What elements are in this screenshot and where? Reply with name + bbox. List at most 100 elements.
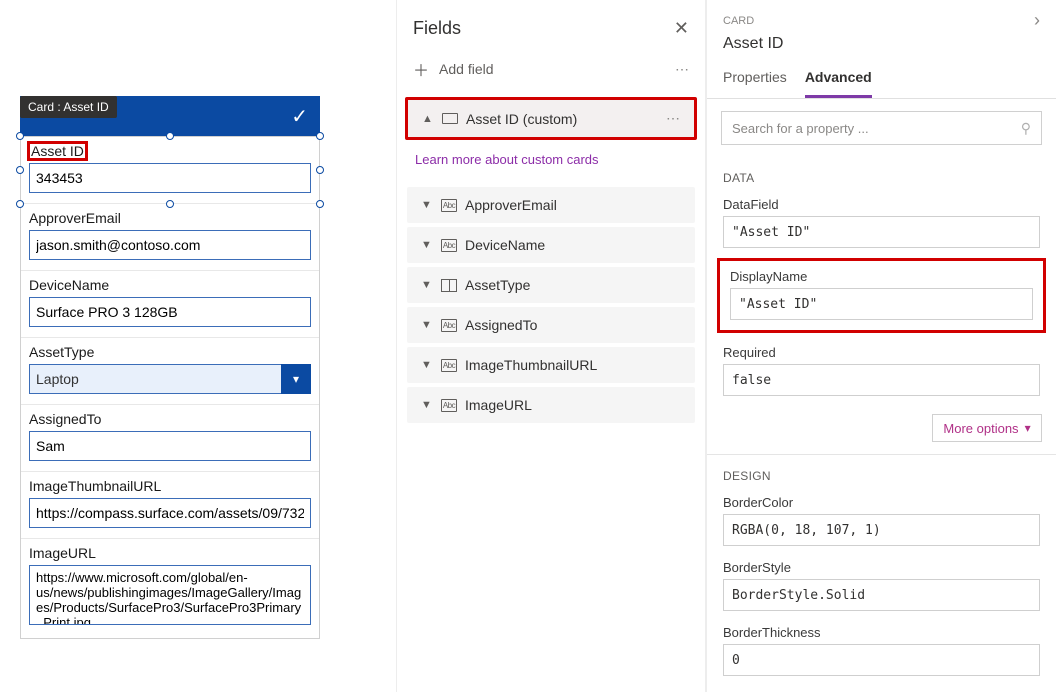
field-card[interactable]: ImageURL <box>21 539 319 638</box>
plus-icon: ＋ <box>413 57 429 81</box>
abc-icon: Abc <box>441 239 457 252</box>
resize-handle[interactable] <box>16 200 24 208</box>
chevron-down-icon: ▾ <box>1025 421 1031 435</box>
field-item[interactable]: ▼ Abc ApproverEmail <box>407 187 695 223</box>
field-label: DeviceName <box>29 277 311 293</box>
field-textarea[interactable] <box>29 565 311 625</box>
tab-properties[interactable]: Properties <box>723 63 787 98</box>
prop-label: BorderColor <box>723 495 1040 510</box>
field-card[interactable]: DeviceName <box>21 271 319 338</box>
resize-handle[interactable] <box>166 200 174 208</box>
prop-input-borderthickness[interactable] <box>723 644 1040 676</box>
check-icon[interactable]: ✓ <box>291 104 308 129</box>
field-label: ApproverEmail <box>29 210 311 226</box>
prop-displayname-highlight: DisplayName <box>717 258 1046 333</box>
prop-label: BorderThickness <box>723 625 1040 640</box>
prop-borderstyle: BorderStyle <box>707 556 1056 621</box>
resize-handle[interactable] <box>316 132 324 140</box>
field-item-asset-id[interactable]: ▲ Asset ID (custom) ⋯ <box>405 97 697 140</box>
abc-icon: Abc <box>441 319 457 332</box>
field-item[interactable]: ▼ AssetType <box>407 267 695 303</box>
abc-icon: Abc <box>441 359 457 372</box>
chevron-down-icon: ▼ <box>421 359 433 371</box>
prop-input-displayname[interactable] <box>730 288 1033 320</box>
prop-label: Required <box>723 345 1040 360</box>
abc-icon: Abc <box>441 199 457 212</box>
prop-datafield: DataField <box>707 193 1056 258</box>
card-tooltip: Card : Asset ID <box>20 96 117 118</box>
chevron-down-icon: ▼ <box>421 399 433 411</box>
search-icon: ⚲ <box>1021 120 1031 137</box>
property-search[interactable]: Search for a property ... ⚲ <box>721 111 1042 145</box>
field-item[interactable]: ▼ Abc AssignedTo <box>407 307 695 343</box>
field-card[interactable]: ApproverEmail <box>21 204 319 271</box>
chevron-down-icon[interactable]: ▾ <box>281 364 311 394</box>
more-options-label: More options <box>943 421 1018 436</box>
field-label: Asset ID <box>29 143 86 159</box>
grid-icon <box>441 279 457 292</box>
resize-handle[interactable] <box>16 132 24 140</box>
field-card[interactable]: AssetType Laptop ▾ <box>21 338 319 405</box>
more-icon[interactable]: ⋯ <box>666 110 680 127</box>
field-item[interactable]: ▼ Abc ImageThumbnailURL <box>407 347 695 383</box>
resize-handle[interactable] <box>166 132 174 140</box>
field-select[interactable]: Laptop ▾ <box>29 364 311 394</box>
fields-panel-title: Fields <box>413 18 461 39</box>
field-label: ImageThumbnailURL <box>29 478 311 494</box>
field-item-label: Asset ID (custom) <box>466 111 577 127</box>
breadcrumb: CARD <box>723 15 754 27</box>
abc-icon: Abc <box>441 399 457 412</box>
field-item-label: DeviceName <box>465 237 545 253</box>
prop-input-borderstyle[interactable] <box>723 579 1040 611</box>
chevron-down-icon: ▼ <box>421 239 433 251</box>
field-label: ImageURL <box>29 545 311 561</box>
prop-input-required[interactable] <box>723 364 1040 396</box>
properties-panel: CARD › Asset ID Properties Advanced Sear… <box>706 0 1056 692</box>
add-field-button[interactable]: ＋ Add field <box>413 57 494 81</box>
field-input[interactable] <box>29 297 311 327</box>
chevron-down-icon: ▼ <box>421 199 433 211</box>
field-label: AssignedTo <box>29 411 311 427</box>
chevron-right-icon[interactable]: › <box>1034 10 1040 31</box>
resize-handle[interactable] <box>16 166 24 174</box>
field-item[interactable]: ▼ Abc ImageURL <box>407 387 695 423</box>
chevron-up-icon: ▲ <box>422 113 434 125</box>
section-design: DESIGN <box>707 455 1056 491</box>
resize-handle[interactable] <box>316 200 324 208</box>
tab-advanced[interactable]: Advanced <box>805 63 872 98</box>
chevron-down-icon: ▼ <box>421 279 433 291</box>
more-options-button[interactable]: More options ▾ <box>932 414 1042 442</box>
canvas: Card : Asset ID ✓ Asset ID ApproverEmail… <box>0 0 393 692</box>
field-label: AssetType <box>29 344 311 360</box>
field-card-asset-id[interactable]: Asset ID <box>21 137 319 204</box>
chevron-down-icon: ▼ <box>421 319 433 331</box>
close-icon[interactable]: ✕ <box>674 18 689 39</box>
prop-required: Required <box>707 341 1056 406</box>
section-data: DATA <box>707 157 1056 193</box>
tabs: Properties Advanced <box>707 63 1056 99</box>
form-body: Asset ID ApproverEmail DeviceName AssetT… <box>20 136 320 639</box>
field-input-asset-id[interactable] <box>29 163 311 193</box>
prop-input-bordercolor[interactable] <box>723 514 1040 546</box>
prop-label: DataField <box>723 197 1040 212</box>
prop-label: DisplayName <box>730 269 1033 284</box>
field-item[interactable]: ▼ Abc DeviceName <box>407 227 695 263</box>
field-item-label: AssignedTo <box>465 317 537 333</box>
field-card[interactable]: AssignedTo <box>21 405 319 472</box>
prop-input-datafield[interactable] <box>723 216 1040 248</box>
field-input[interactable] <box>29 431 311 461</box>
field-input[interactable] <box>29 498 311 528</box>
select-value: Laptop <box>29 364 281 394</box>
page-title: Asset ID <box>707 35 1056 63</box>
field-input[interactable] <box>29 230 311 260</box>
more-icon[interactable]: ⋯ <box>675 61 689 78</box>
learn-more-link[interactable]: Learn more about custom cards <box>397 142 705 183</box>
prop-borderthickness: BorderThickness <box>707 621 1056 686</box>
prop-label: BorderStyle <box>723 560 1040 575</box>
field-item-label: ApproverEmail <box>465 197 557 213</box>
field-item-label: ImageThumbnailURL <box>465 357 597 373</box>
field-item-label: AssetType <box>465 277 530 293</box>
field-card[interactable]: ImageThumbnailURL <box>21 472 319 539</box>
resize-handle[interactable] <box>316 166 324 174</box>
field-item-label: ImageURL <box>465 397 532 413</box>
